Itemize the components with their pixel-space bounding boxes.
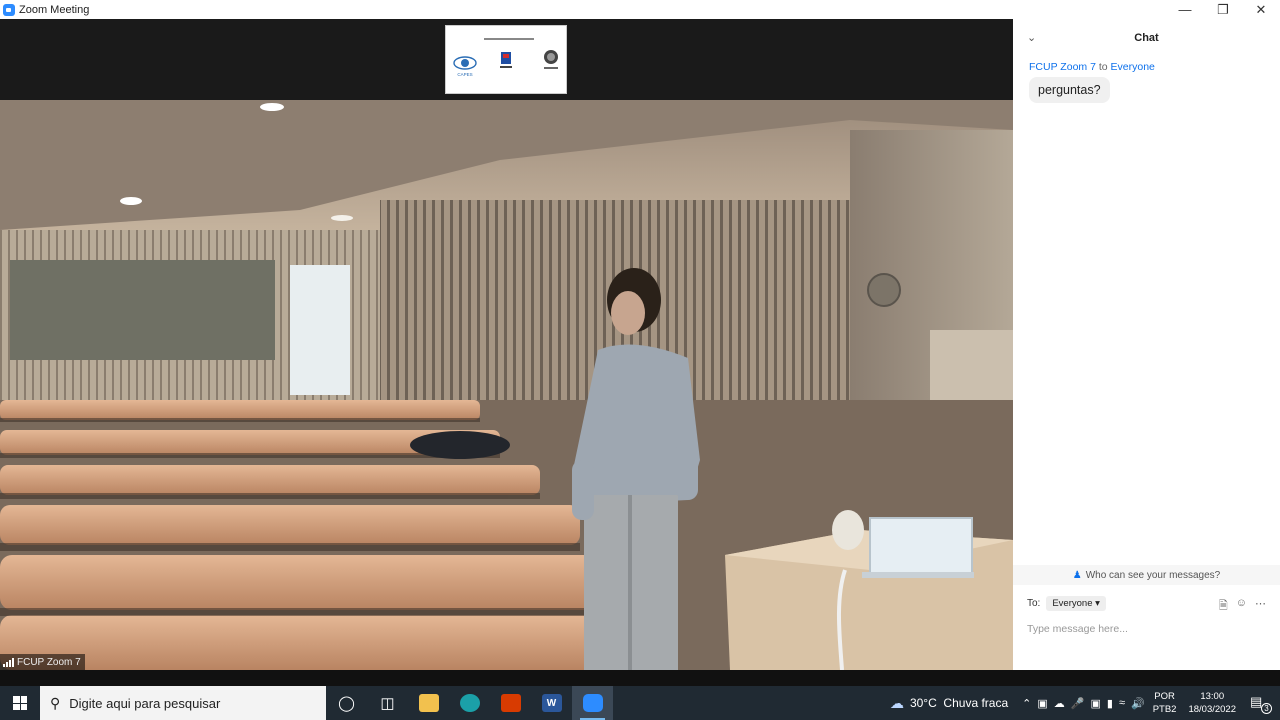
- zoom-icon: [582, 694, 603, 712]
- microphone-icon[interactable]: 🎤: [1071, 697, 1085, 710]
- chat-tools: 🗎 ☺ ⋯: [1219, 597, 1266, 616]
- chevron-down-icon[interactable]: ⌄: [1027, 31, 1036, 44]
- participant-name: FCUP Zoom 7: [17, 656, 81, 668]
- clock-time: 13:00: [1200, 691, 1225, 702]
- chat-title: Chat: [1134, 32, 1159, 44]
- shared-screen-email: [484, 38, 534, 40]
- to-label: To:: [1027, 598, 1041, 609]
- folder-icon: [418, 694, 439, 712]
- shared-screen-thumbnail[interactable]: CAPES: [445, 25, 567, 94]
- university-crest-logo: [500, 52, 512, 68]
- chat-message-bubble[interactable]: perguntas?: [1029, 77, 1110, 103]
- restore-button[interactable]: ❐: [1204, 0, 1242, 19]
- search-icon: ⚲: [50, 694, 61, 711]
- window-controls: — ❐ ✕: [1166, 0, 1280, 19]
- search-placeholder: Digite aqui para pesquisar: [69, 695, 221, 711]
- zoom-taskbar-button[interactable]: [572, 686, 613, 720]
- word-button[interactable]: W: [531, 686, 572, 720]
- input-language[interactable]: POR PTB2: [1153, 690, 1177, 716]
- task-view-button[interactable]: ◫: [367, 686, 408, 720]
- recipient-row: To: Everyone ▾: [1027, 596, 1106, 611]
- chat-header: ⌄ Chat: [1013, 19, 1280, 57]
- message-to-word: to: [1098, 61, 1108, 73]
- windows-logo-icon: [13, 696, 27, 710]
- person-lock-icon: ♟: [1072, 569, 1082, 581]
- close-button[interactable]: ✕: [1242, 0, 1280, 19]
- clock[interactable]: 13:00 18/03/2022: [1188, 690, 1236, 716]
- battery-icon[interactable]: ▮: [1107, 697, 1113, 710]
- capes-logo: CAPES: [453, 56, 477, 77]
- word-icon: W: [541, 694, 562, 712]
- window-title: Zoom Meeting: [19, 3, 90, 16]
- windows-taskbar: ⚲ Digite aqui para pesquisar ◯ ◫ W ☁ 30°…: [0, 686, 1280, 720]
- notification-center-button[interactable]: ▤ 3: [1250, 694, 1272, 714]
- message-recipient[interactable]: Everyone: [1111, 61, 1155, 73]
- wifi-icon[interactable]: ≈: [1119, 697, 1125, 710]
- meet-now-icon[interactable]: ▣: [1037, 697, 1047, 710]
- volume-icon[interactable]: 🔊: [1131, 697, 1145, 710]
- lang-line-2: PTB2: [1152, 704, 1177, 715]
- connection-signal-icon: [3, 657, 14, 667]
- institution-logo: [544, 50, 558, 69]
- weather-widget[interactable]: ☁ 30°C Chuva fraca: [890, 695, 1008, 712]
- notification-badge: 3: [1261, 703, 1272, 714]
- taskbar-search[interactable]: ⚲ Digite aqui para pesquisar: [40, 686, 326, 720]
- file-explorer-button[interactable]: [408, 686, 449, 720]
- lecture-hall-video-frame: [0, 100, 1013, 670]
- chat-message-header: FCUP Zoom 7 to Everyone: [1029, 61, 1155, 73]
- chevron-up-icon[interactable]: ⌃: [1022, 697, 1031, 710]
- cloud-rain-icon: ☁: [889, 694, 904, 711]
- start-button[interactable]: [0, 686, 40, 720]
- window-bottom-strip: [0, 670, 1280, 686]
- more-options-icon[interactable]: ⋯: [1255, 597, 1266, 616]
- participant-video[interactable]: FCUP Zoom 7: [0, 100, 1013, 670]
- message-sender[interactable]: FCUP Zoom 7: [1029, 61, 1096, 73]
- who-can-see-link[interactable]: ♟ Who can see your messages?: [1013, 565, 1280, 585]
- participant-name-tag: FCUP Zoom 7: [0, 654, 85, 670]
- edge-button[interactable]: [449, 686, 490, 720]
- office-button[interactable]: [490, 686, 531, 720]
- weather-text: 30°C Chuva fraca: [909, 696, 1009, 710]
- cortana-button[interactable]: ◯: [326, 686, 367, 720]
- task-view-icon: ◫: [380, 695, 395, 712]
- display-icon[interactable]: ▣: [1090, 697, 1100, 710]
- tray-icons: ⌃ ▣ ☁ 🎤 ▣ ▮ ≈ 🔊: [1022, 697, 1145, 710]
- chevron-down-icon: ▾: [1095, 598, 1100, 609]
- onedrive-icon[interactable]: ☁: [1054, 697, 1065, 710]
- cortana-icon: ◯: [338, 695, 355, 712]
- office-icon: [500, 694, 521, 712]
- zoom-app-icon: [3, 3, 15, 16]
- video-area: CAPES FCUP Zoom 7: [0, 19, 1013, 670]
- emoji-icon[interactable]: ☺: [1236, 597, 1247, 616]
- who-can-see-text: Who can see your messages?: [1085, 569, 1221, 581]
- svg-text:CAPES: CAPES: [457, 72, 472, 77]
- window-titlebar: Zoom Meeting — ❐ ✕: [0, 0, 1280, 19]
- chat-message-input[interactable]: [1027, 620, 1267, 638]
- recipient-dropdown[interactable]: Everyone ▾: [1046, 596, 1106, 611]
- lang-line-1: POR: [1154, 691, 1175, 702]
- clock-date: 18/03/2022: [1188, 704, 1236, 715]
- recipient-selected: Everyone: [1052, 598, 1093, 609]
- file-icon[interactable]: 🗎: [1219, 597, 1228, 616]
- minimize-button[interactable]: —: [1166, 0, 1204, 19]
- chat-panel: ⌄ Chat FCUP Zoom 7 to Everyone perguntas…: [1013, 19, 1280, 670]
- edge-icon: [459, 694, 480, 712]
- system-tray: ☁ 30°C Chuva fraca ⌃ ▣ ☁ 🎤 ▣ ▮ ≈ 🔊 POR P…: [890, 686, 1280, 720]
